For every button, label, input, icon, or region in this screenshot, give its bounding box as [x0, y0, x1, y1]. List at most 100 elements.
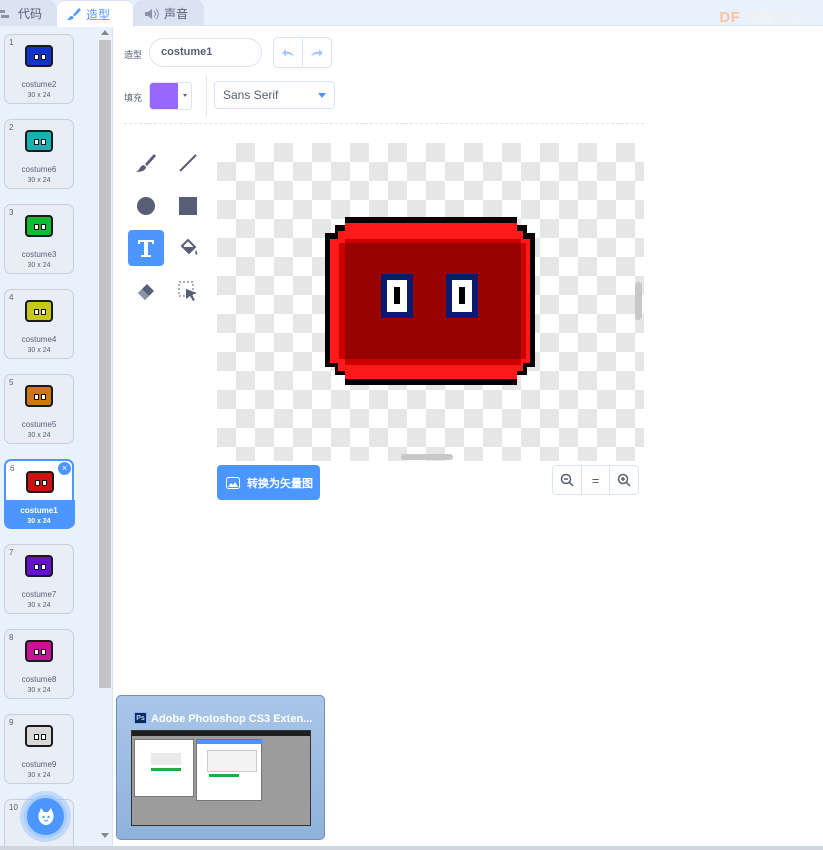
- costume-card[interactable]: 7 costume7 30 x 24: [4, 544, 74, 614]
- costume-thumbnail: [25, 300, 53, 322]
- cat-icon: [38, 808, 54, 825]
- costume-number: 5: [9, 378, 14, 387]
- costume-name: costume4: [21, 335, 57, 344]
- photoshop-app-icon: Ps: [134, 712, 147, 724]
- tab-code-label: 代码: [18, 7, 43, 21]
- thumbnail-doc-1: [134, 739, 194, 797]
- text-tool[interactable]: [128, 230, 164, 266]
- paint-bucket-icon: [180, 238, 198, 255]
- left-eye: [381, 274, 413, 318]
- costume-list-scrollbar[interactable]: [99, 40, 111, 688]
- tab-bar: 代码 造型 声音 DF 创客社区: [0, 0, 823, 27]
- watermark-logo: DF 创客社区: [719, 6, 807, 27]
- fill-tool[interactable]: [170, 230, 206, 266]
- undo-icon: [282, 48, 294, 57]
- tab-costumes-label: 造型: [86, 7, 111, 22]
- costume-thumbnail: [25, 725, 53, 747]
- costume-card[interactable]: 3 costume3 30 x 24: [4, 204, 74, 274]
- costume-card[interactable]: 9 costume9 30 x 24: [4, 714, 74, 784]
- costume-size: 30 x 24: [27, 347, 51, 354]
- canvas-horizontal-scrollbar[interactable]: [401, 454, 453, 460]
- chevron-down-icon: [183, 94, 187, 97]
- rectangle-icon: [179, 197, 197, 215]
- rectangle-tool[interactable]: [170, 188, 206, 224]
- brush-tool[interactable]: [128, 145, 164, 181]
- zoom-controls: =: [552, 465, 639, 495]
- drawing-canvas[interactable]: [217, 143, 644, 461]
- costume-name: costume5: [21, 420, 57, 429]
- font-dropdown-value: Sans Serif: [223, 88, 279, 102]
- sprite-drawing: [325, 217, 535, 385]
- costume-size: 30 x 24: [27, 92, 51, 99]
- delete-costume-icon[interactable]: ×: [58, 462, 71, 475]
- choose-costume-button[interactable]: [24, 795, 67, 838]
- zoom-in-icon: [617, 473, 631, 487]
- costume-card[interactable]: × 6 costume1 30 x 24: [4, 459, 75, 529]
- line-tool[interactable]: [170, 145, 206, 181]
- costume-number: 1: [9, 38, 14, 47]
- fill-color-picker[interactable]: [149, 82, 192, 110]
- code-blocks-icon: [0, 8, 13, 20]
- eraser-icon: [138, 284, 154, 300]
- thumbnail-doc-2: [196, 739, 263, 801]
- costume-number: 2: [9, 123, 14, 132]
- costume-number: 3: [9, 208, 14, 217]
- zoom-reset-button[interactable]: =: [580, 466, 610, 494]
- costume-thumbnail: [25, 215, 53, 237]
- costume-name: costume8: [21, 675, 57, 684]
- convert-to-vector-button[interactable]: 转换为矢量图: [217, 465, 320, 500]
- redo-icon: [311, 48, 323, 57]
- costume-card[interactable]: 8 costume8 30 x 24: [4, 629, 74, 699]
- line-icon: [179, 154, 197, 172]
- costume-size: 30 x 24: [27, 262, 51, 269]
- eraser-tool[interactable]: [128, 273, 164, 309]
- brush-icon: [136, 154, 156, 172]
- divider: [206, 76, 207, 116]
- costume-number: 10: [9, 803, 18, 812]
- font-dropdown[interactable]: Sans Serif: [214, 81, 335, 109]
- costume-number: 4: [9, 293, 14, 302]
- costume-size: 30 x 24: [27, 432, 51, 439]
- paint-editor-root: 代码 造型 声音 DF 创客社区 1 costume2 30 x 24 2 costum…: [0, 0, 823, 850]
- costume-thumbnail: [25, 130, 53, 152]
- tab-code[interactable]: 代码: [0, 0, 56, 26]
- taskbar-window-preview[interactable]: Ps Adobe Photoshop CS3 Exten...: [116, 695, 325, 840]
- costume-name-input[interactable]: costume1: [149, 38, 262, 67]
- costume-size: 30 x 24: [27, 687, 51, 694]
- costume-thumbnail: [25, 45, 53, 67]
- toolbar-divider: [124, 123, 644, 124]
- zoom-out-icon: [560, 473, 574, 487]
- fill-label: 填充: [124, 93, 143, 103]
- speaker-icon: [145, 8, 159, 20]
- undo-button[interactable]: [274, 38, 303, 67]
- costume-name: costume2: [21, 80, 57, 89]
- zoom-in-button[interactable]: [609, 466, 638, 494]
- scroll-up-arrow[interactable]: [101, 30, 109, 35]
- canvas-vertical-scrollbar[interactable]: [635, 282, 642, 320]
- window-bottom-edge: [0, 846, 823, 850]
- tab-sounds[interactable]: 声音: [134, 0, 204, 26]
- redo-button[interactable]: [303, 38, 331, 67]
- costume-number: 6: [10, 464, 15, 473]
- costume-thumbnail: [25, 385, 53, 407]
- sprite-face: [345, 243, 521, 359]
- watermark-df: DF: [719, 9, 741, 26]
- select-tool[interactable]: [170, 273, 206, 309]
- tab-costumes[interactable]: 造型: [56, 0, 134, 27]
- costume-size: 30 x 24: [27, 518, 51, 525]
- costume-size: 30 x 24: [27, 772, 51, 779]
- zoom-out-button[interactable]: [553, 466, 581, 494]
- costume-card[interactable]: 5 costume5 30 x 24: [4, 374, 74, 444]
- costume-name-label: 造型: [124, 50, 143, 60]
- costume-card[interactable]: 1 costume2 30 x 24: [4, 34, 74, 104]
- costume-name: costume9: [21, 760, 57, 769]
- circle-tool[interactable]: [128, 188, 164, 224]
- tab-sounds-label: 声音: [164, 7, 189, 21]
- costume-card[interactable]: 4 costume4 30 x 24: [4, 289, 74, 359]
- circle-icon: [137, 197, 155, 215]
- select-cursor-icon: [178, 281, 197, 301]
- zoom-reset-label: =: [591, 472, 600, 488]
- costume-number: 7: [9, 548, 14, 557]
- costume-card[interactable]: 2 costume6 30 x 24: [4, 119, 74, 189]
- scroll-down-arrow[interactable]: [101, 833, 109, 838]
